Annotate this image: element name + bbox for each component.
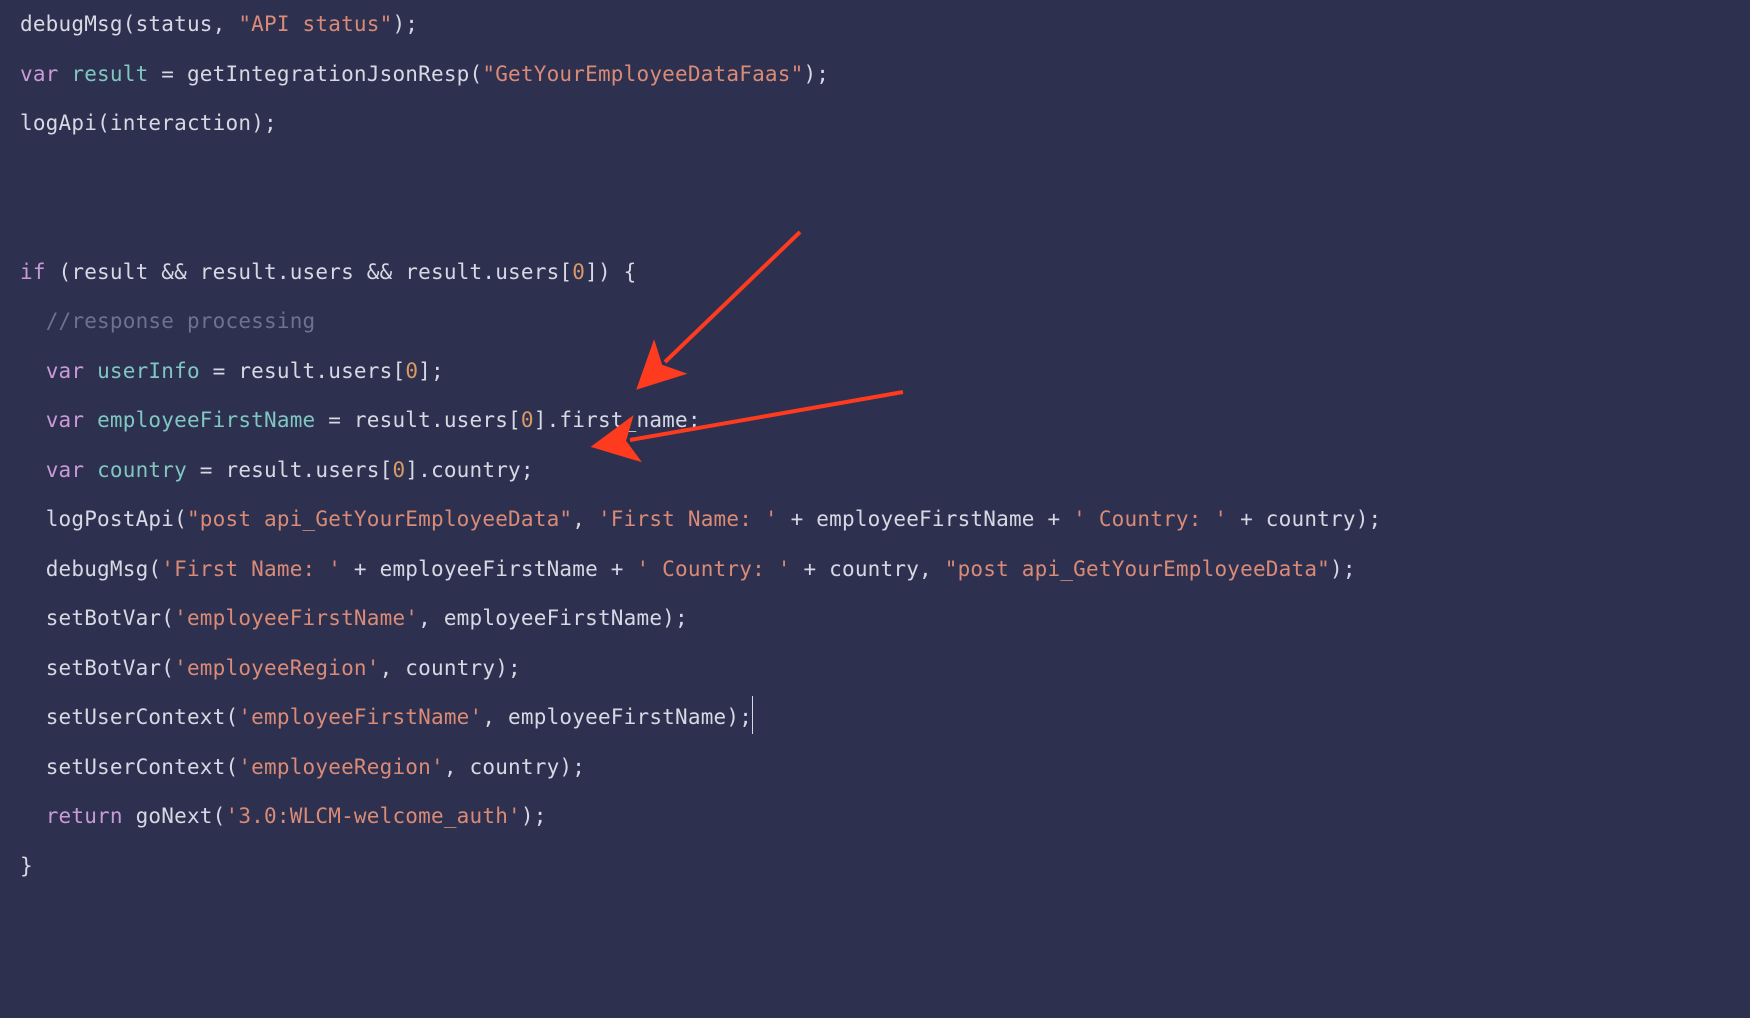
code-comment: //response processing <box>46 309 316 333</box>
code-line: if <box>20 260 46 284</box>
code-line: var <box>20 62 59 86</box>
code-line: debugMsg <box>20 12 123 36</box>
code-line: setUserContext( <box>46 705 239 729</box>
code-line: logApi <box>20 111 97 135</box>
code-line: setUserContext( <box>46 755 239 779</box>
code-line: var <box>46 359 85 383</box>
code-line: setBotVar( <box>46 606 174 630</box>
code-line: logPostApi( <box>46 507 187 531</box>
code-line: var <box>46 458 85 482</box>
code-line: debugMsg( <box>46 557 162 581</box>
code-line: } <box>20 854 33 878</box>
code-line: return <box>46 804 123 828</box>
code-editor-content: debugMsg(status, "API status"); var resu… <box>0 0 1750 891</box>
code-line: var <box>46 408 85 432</box>
text-cursor <box>752 696 753 734</box>
code-line: setBotVar( <box>46 656 174 680</box>
